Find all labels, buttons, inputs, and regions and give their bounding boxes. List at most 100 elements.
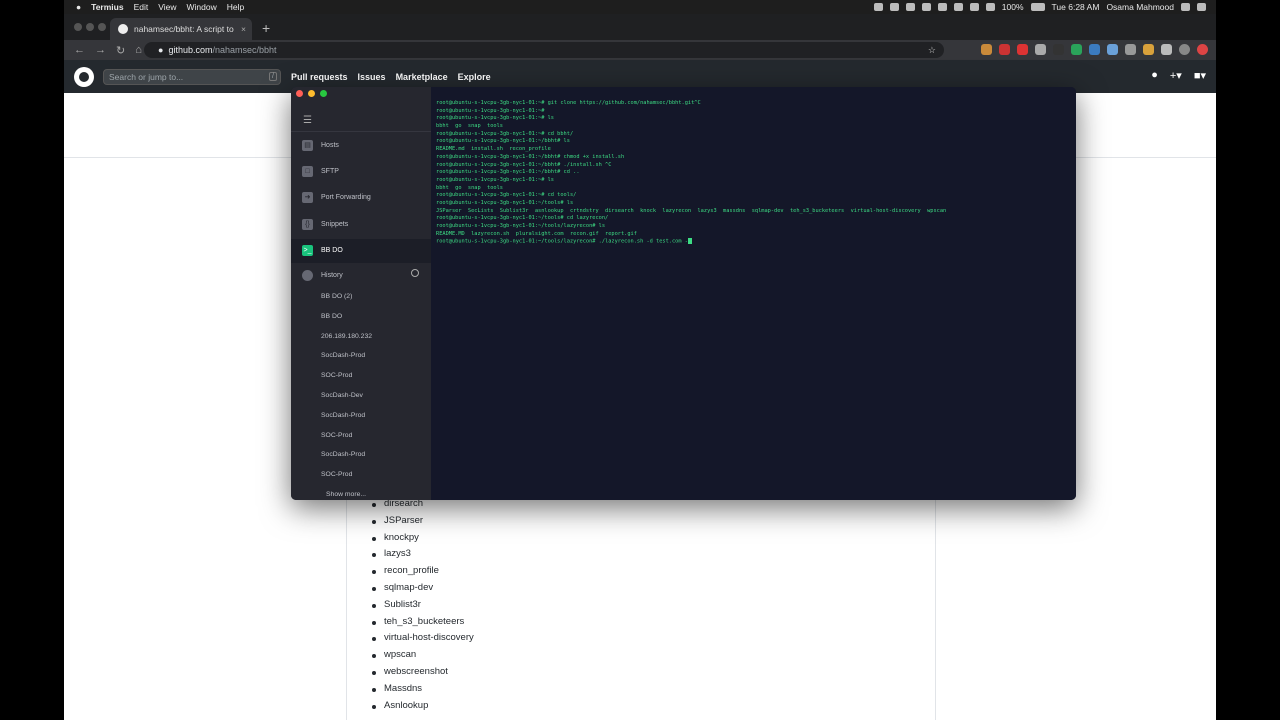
github-favicon-icon bbox=[118, 24, 128, 34]
terminal-pane[interactable]: root@ubuntu-s-1vcpu-3gb-nyc1-01:~# git c… bbox=[431, 87, 1076, 500]
status-app-icon[interactable] bbox=[905, 3, 915, 11]
sidebar-item-label: Snippets bbox=[321, 220, 349, 228]
extension-icon[interactable] bbox=[999, 44, 1010, 55]
menu-edit[interactable]: Edit bbox=[134, 2, 149, 12]
sidebar-item-port-forwarding[interactable]: ➜ Port Forwarding bbox=[291, 186, 431, 210]
create-new-icon[interactable]: +▾ bbox=[1170, 69, 1182, 82]
back-icon[interactable]: ← bbox=[74, 44, 85, 56]
wifi-icon[interactable] bbox=[985, 3, 995, 11]
extension-icon[interactable] bbox=[981, 44, 992, 55]
extension-icon[interactable] bbox=[1161, 44, 1172, 55]
sidebar-item-label: Port Forwarding bbox=[321, 194, 371, 202]
battery-percent[interactable]: 100% bbox=[1002, 2, 1024, 12]
history-item[interactable]: SocDash-Prod bbox=[321, 451, 365, 458]
termius-minimize-button[interactable] bbox=[308, 90, 315, 97]
sidebar-item-sftp[interactable]: □ SFTP bbox=[291, 159, 431, 183]
terminal-line-text: root@ubuntu-s-1vcpu-3gb-nyc1-01:~/bbht# … bbox=[436, 161, 612, 168]
terminal-line: root@ubuntu-s-1vcpu-3gb-nyc1-01:~# cd bb… bbox=[436, 131, 946, 139]
nav-marketplace[interactable]: Marketplace bbox=[396, 72, 448, 82]
bookmark-star-icon[interactable]: ☆ bbox=[928, 45, 936, 56]
show-more-link[interactable]: Show more... bbox=[326, 491, 366, 498]
extension-icon[interactable] bbox=[1143, 44, 1154, 55]
nav-explore[interactable]: Explore bbox=[458, 72, 491, 82]
window-minimize-button[interactable] bbox=[86, 23, 94, 31]
window-zoom-button[interactable] bbox=[98, 23, 106, 31]
readme-tool-list: dirsearch JSParser knockpy lazys3 recon_prof… bbox=[372, 496, 474, 714]
menu-help[interactable]: Help bbox=[227, 2, 244, 12]
extensions-area bbox=[981, 44, 1208, 55]
update-icon[interactable] bbox=[1197, 44, 1208, 55]
history-item[interactable]: SOC-Prod bbox=[321, 471, 352, 478]
hamburger-menu-icon[interactable]: ☰ bbox=[303, 115, 312, 126]
readme-tool-item: Massdns bbox=[372, 681, 474, 698]
readme-tool-item: knockpy bbox=[372, 530, 474, 547]
spotlight-search-icon[interactable] bbox=[1181, 3, 1190, 11]
sidebar-item-bb-do[interactable]: >_ BB DO bbox=[291, 238, 431, 263]
status-app-icon[interactable] bbox=[953, 3, 963, 11]
terminal-line-text: root@ubuntu-s-1vcpu-3gb-nyc1-01:~# cd to… bbox=[436, 192, 577, 199]
history-item[interactable]: 206.189.180.232 bbox=[321, 333, 372, 340]
terminal-line: README.MD lazyrecon.sh pluralsight.com r… bbox=[436, 231, 946, 239]
history-header[interactable]: History bbox=[291, 263, 431, 287]
extension-icon[interactable] bbox=[1107, 44, 1118, 55]
home-icon[interactable]: ⌂ bbox=[135, 44, 142, 56]
tab-title: nahamsec/bbht: A script to set bbox=[134, 24, 235, 34]
history-item[interactable]: BB DO bbox=[321, 313, 342, 320]
readme-tool-item: virtual-host-discovery bbox=[372, 630, 474, 647]
status-app-icon[interactable] bbox=[921, 3, 931, 11]
extension-icon[interactable] bbox=[1017, 44, 1028, 55]
forward-arrow-icon: ➜ bbox=[302, 192, 313, 204]
sidebar-item-snippets[interactable]: {} Snippets bbox=[291, 212, 431, 236]
address-bar[interactable]: ● github.com/nahamsec/bbht ☆ bbox=[144, 42, 944, 58]
sidebar-item-label: BB DO bbox=[321, 247, 343, 255]
github-logo-icon[interactable] bbox=[74, 66, 94, 87]
app-menu-termius[interactable]: Termius bbox=[91, 2, 123, 12]
reload-icon[interactable]: ↻ bbox=[116, 44, 125, 57]
extension-icon[interactable] bbox=[1125, 44, 1136, 55]
nav-issues[interactable]: Issues bbox=[358, 72, 386, 82]
close-tab-icon[interactable]: × bbox=[241, 24, 246, 34]
dropbox-icon[interactable] bbox=[873, 3, 883, 11]
extension-icon[interactable] bbox=[1053, 44, 1064, 55]
status-app-icon[interactable] bbox=[937, 3, 947, 11]
history-search-icon[interactable] bbox=[411, 269, 419, 277]
sidebar-item-hosts[interactable]: ▤ Hosts bbox=[291, 133, 431, 157]
history-item[interactable]: SocDash-Prod bbox=[321, 412, 365, 419]
extension-icon[interactable] bbox=[1071, 44, 1082, 55]
terminal-line-text: root@ubuntu-s-1vcpu-3gb-nyc1-01:~# cd bb… bbox=[436, 130, 574, 137]
nav-pull-requests[interactable]: Pull requests bbox=[291, 72, 348, 82]
readme-tool-item: sqlmap-dev bbox=[372, 580, 474, 597]
github-search-input[interactable]: Search or jump to... / bbox=[103, 68, 281, 85]
history-item[interactable]: BB DO (2) bbox=[321, 293, 352, 300]
extension-icon[interactable] bbox=[1035, 44, 1046, 55]
termius-window: ☰ ▤ Hosts □ SFTP ➜ Port Forwarding {} Snippets >… bbox=[291, 87, 1076, 500]
terminal-line: JSParser SecLists Sublist3r asnlookup cr… bbox=[436, 208, 946, 216]
history-item[interactable]: SOC-Prod bbox=[321, 372, 352, 379]
github-header-actions: ● +▾ ■▾ bbox=[1151, 69, 1206, 82]
forward-icon[interactable]: → bbox=[95, 44, 106, 56]
profile-avatar[interactable] bbox=[1179, 44, 1190, 55]
menu-view[interactable]: View bbox=[158, 2, 176, 12]
termius-close-button[interactable] bbox=[296, 90, 303, 97]
notifications-bell-icon[interactable]: ● bbox=[1151, 69, 1158, 82]
status-app-icon[interactable] bbox=[889, 3, 899, 11]
notification-center-icon[interactable] bbox=[1197, 3, 1206, 11]
clock[interactable]: Tue 6:28 AM bbox=[1052, 2, 1100, 12]
menu-window[interactable]: Window bbox=[187, 2, 217, 12]
battery-icon[interactable] bbox=[1030, 3, 1045, 11]
terminal-line-text: bbht go snap tools bbox=[436, 123, 503, 130]
history-item[interactable]: SocDash-Dev bbox=[321, 392, 363, 399]
bluetooth-icon[interactable] bbox=[969, 3, 979, 11]
history-item[interactable]: SocDash-Prod bbox=[321, 352, 365, 359]
user-name[interactable]: Osama Mahmood bbox=[1106, 2, 1174, 12]
termius-zoom-button[interactable] bbox=[320, 90, 327, 97]
search-shortcut-key: / bbox=[269, 71, 277, 81]
browser-tab[interactable]: nahamsec/bbht: A script to set × bbox=[110, 18, 252, 40]
window-close-button[interactable] bbox=[74, 23, 82, 31]
apple-icon[interactable]: ● bbox=[76, 2, 81, 12]
extension-icon[interactable] bbox=[1089, 44, 1100, 55]
history-item[interactable]: SOC-Prod bbox=[321, 432, 352, 439]
terminal-line-text: root@ubuntu-s-1vcpu-3gb-nyc1-01:~/bbht# … bbox=[436, 153, 625, 160]
user-avatar[interactable]: ■▾ bbox=[1194, 69, 1206, 82]
new-tab-button[interactable]: + bbox=[262, 20, 270, 36]
